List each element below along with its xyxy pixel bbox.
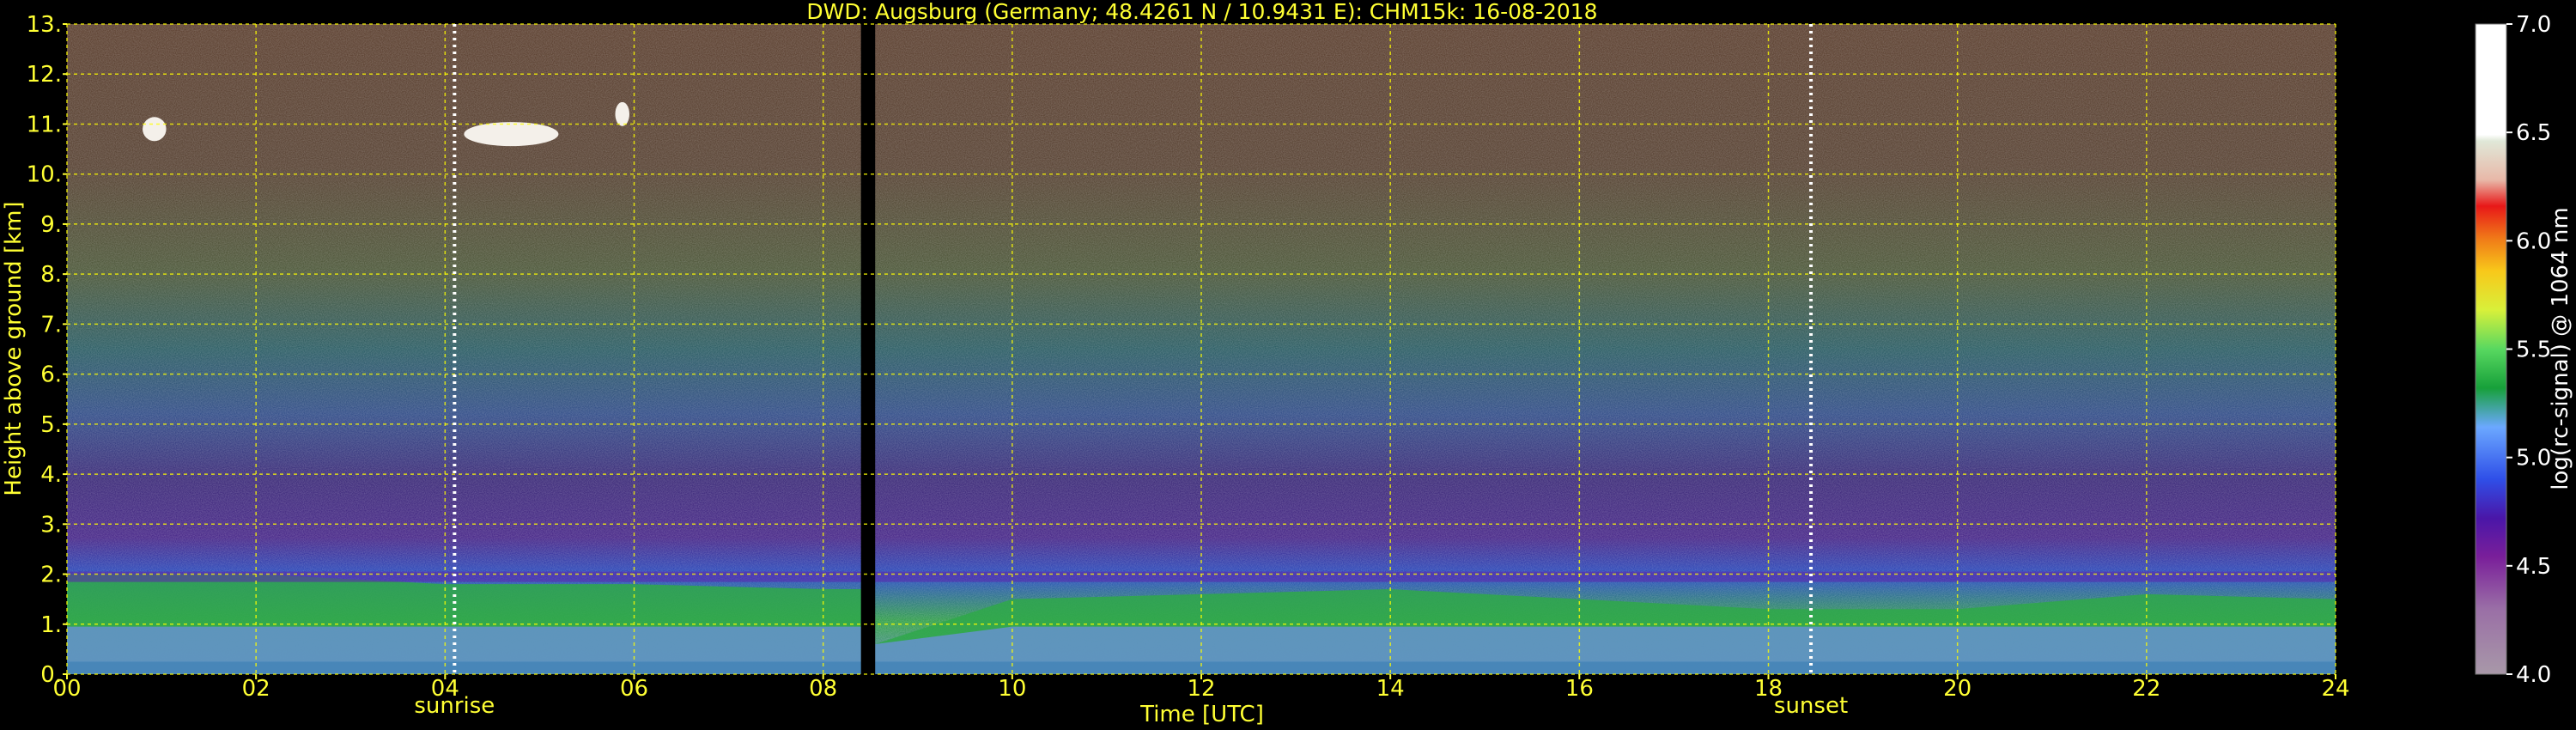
- sunset-label: sunset: [1774, 693, 1848, 719]
- y-tick-label: 11.: [27, 112, 62, 137]
- y-tick-label: 5.: [40, 412, 62, 438]
- colorbar-tick-label: 4.5: [2516, 554, 2551, 580]
- y-tick-label: 8.: [40, 262, 62, 288]
- y-tick-label: 2.: [40, 563, 62, 588]
- colorbar: 4.0 4.5 5.0 5.5 6.0 6.5 7.0 log(rc-signal) @ 1…: [2475, 12, 2573, 688]
- y-tick-label: 3.: [40, 512, 62, 538]
- x-tick-label: 14: [1376, 676, 1405, 702]
- y-tick-label: 1.: [40, 612, 62, 638]
- lidar-ceilometer-chart: sunrise sunset00 02 04 06 08 10 12 14 16 18 20 22 24 …: [1, 0, 2573, 727]
- x-tick-label: 08: [809, 676, 837, 702]
- chart-title: DWD: Augsburg (Germany; 48.4261 N / 10.9…: [806, 0, 1597, 24]
- y-tick-label: 13.: [27, 12, 62, 38]
- y-axis-label: Height above ground [km]: [1, 201, 27, 496]
- colorbar-tick-label: 7.0: [2516, 12, 2551, 38]
- x-tick-label: 04: [431, 676, 459, 702]
- y-tick-label: 10.: [27, 162, 62, 188]
- colorbar-tick-label: 5.0: [2516, 446, 2551, 471]
- colorbar-scale: [2475, 23, 2507, 675]
- x-tick-label: 22: [2132, 676, 2160, 702]
- y-tick-label: 12.: [27, 62, 62, 88]
- plot-area: [66, 23, 2336, 675]
- colorbar-tick-label: 5.5: [2516, 338, 2551, 363]
- colorbar-tick-label: 6.0: [2516, 228, 2551, 254]
- x-tick-label: 16: [1565, 676, 1594, 702]
- x-tick-label: 02: [242, 676, 270, 702]
- colorbar-tick-label: 4.0: [2516, 662, 2551, 688]
- y-tick-label: 0.: [40, 662, 62, 688]
- cloud-patch: [464, 122, 559, 147]
- colorbar-tick-label: 6.5: [2516, 120, 2551, 146]
- x-tick-label: 24: [2321, 676, 2349, 702]
- data-gap: [860, 24, 876, 674]
- y-tick-label: 4.: [40, 462, 62, 488]
- y-tick-label: 6.: [40, 362, 62, 388]
- x-axis-label: Time [UTC]: [1139, 702, 1264, 727]
- y-tick-label: 9.: [40, 212, 62, 238]
- x-tick-label: 20: [1943, 676, 1971, 702]
- x-tick-label: 06: [620, 676, 648, 702]
- y-tick-label: 7.: [40, 312, 62, 338]
- cloud-patch: [143, 117, 167, 142]
- colorbar-label: log(rc-signal) @ 1064 nm: [2548, 207, 2573, 490]
- x-tick-label: 18: [1754, 676, 1783, 702]
- cloud-patch: [615, 101, 629, 126]
- x-tick-label: 10: [998, 676, 1026, 702]
- x-tick-label: 12: [1187, 676, 1215, 702]
